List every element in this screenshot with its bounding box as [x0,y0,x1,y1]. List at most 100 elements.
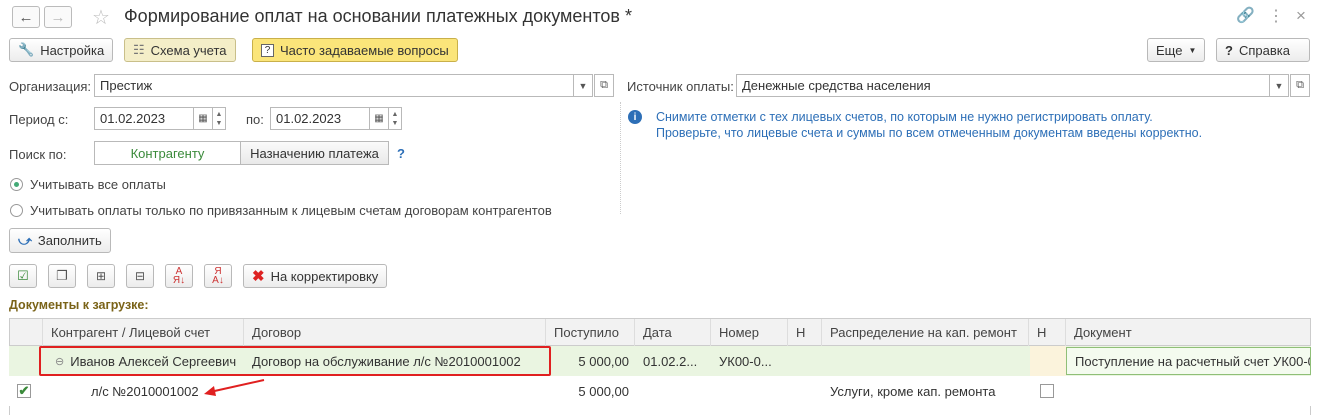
header-contract[interactable]: Договор [244,319,546,346]
row-n2-cell [1030,346,1066,376]
faq-label: Часто задаваемые вопросы [280,42,449,58]
open-icon[interactable]: ⧉ [594,74,614,97]
arrow-right-icon: → [50,8,66,26]
expand-button[interactable]: ⊞ [87,264,115,288]
settings-label: Настройка [40,42,105,58]
collapse-button[interactable]: ⊟ [126,264,154,288]
arrow-annotation-icon [204,379,265,396]
arrow-left-icon: ← [18,8,34,26]
period-to-label: по: [246,112,264,127]
header-distribution[interactable]: Распределение на кап. ремонт [822,319,1029,346]
period-from-stepper[interactable]: ▲ ▼ [212,107,226,130]
radio-linked-payments[interactable] [10,204,23,217]
arrow-down-icon: ▼ [391,119,399,127]
scheme-icon: ☷ [133,42,145,57]
info-text-1: Снимите отметки с тех лицевых счетов, по… [656,110,1153,124]
org-label: Организация: [9,79,92,94]
row-checkbox[interactable]: ✔ [17,383,31,398]
sort-asc-button[interactable]: А Я↓ [165,264,193,288]
header-date[interactable]: Дата [635,319,711,346]
forward-button[interactable]: → [44,6,72,28]
help-button[interactable]: ? Справка [1216,38,1310,62]
window-title: Формирование оплат на основании платежны… [124,6,632,26]
dropdown-icon[interactable]: ▼ [1269,74,1289,97]
more-label: Еще [1156,42,1183,58]
wrench-icon: 🔧 [18,42,35,57]
header-counterparty[interactable]: Контрагент / Лицевой счет [43,319,244,346]
uncheck-all-icon: ❐ [56,268,68,283]
sort-desc-icon: Я А↓ [212,266,224,286]
header-n2[interactable]: Н [1029,319,1066,346]
calendar-icon[interactable]: ▦ [369,107,389,130]
fill-label: Заполнить [37,233,102,248]
search-help-icon[interactable]: ? [397,146,405,161]
info-icon: i [628,110,642,124]
arrow-down-icon: ▼ [215,119,223,127]
more-button[interactable]: Еще ▼ [1147,38,1206,62]
x-icon: ✖ [252,268,265,285]
capital-repair-checkbox[interactable] [1040,384,1054,398]
checkmark-icon: ✔ [18,383,30,398]
dropdown-icon[interactable]: ▼ [573,74,593,97]
row-amount[interactable]: 5 000,00 [546,346,635,376]
scheme-label: Схема учета [150,42,227,58]
arrow-up-icon: ▲ [215,110,223,118]
question-icon: ? [261,43,274,57]
sort-asc-icon: А Я↓ [172,266,186,286]
check-all-button[interactable]: ☑ [9,264,37,288]
search-by-purpose[interactable]: Назначению платежа [240,141,389,165]
fill-arrow-icon: ⤻ [18,232,32,248]
radio-all-label: Учитывать все оплаты [30,177,166,192]
period-to-field[interactable]: 01.02.2023 [270,107,370,130]
accounting-scheme-button[interactable]: ☷ Схема учета [124,38,236,62]
help-label: Справка [1238,42,1290,58]
arrow-up-icon: ▲ [391,110,399,118]
collapse-icon: ⊟ [134,269,146,283]
check-all-icon: ☑ [17,268,29,283]
faq-button[interactable]: ? Часто задаваемые вопросы [252,38,458,62]
header-amount[interactable]: Поступило [546,319,635,346]
calendar-icon[interactable]: ▦ [193,107,213,130]
search-by-counterparty[interactable]: Контрагенту [94,141,241,165]
divider [620,102,621,214]
sort-desc-button[interactable]: Я А↓ [204,264,232,288]
info-text-2: Проверьте, что лицевые счета и суммы по … [656,126,1203,140]
chevron-down-icon: ▼ [1188,45,1197,55]
table-header: Контрагент / Лицевой счет Договор Поступ… [9,318,1311,346]
source-field[interactable]: Денежные средства населения [736,74,1270,97]
open-icon[interactable]: ⧉ [1290,74,1310,97]
radio-all-payments[interactable] [10,178,23,191]
source-label: Источник оплаты: [627,79,734,94]
row-document[interactable]: Поступление на расчетный счет УК00-0 [1066,347,1311,375]
period-label: Период с: [9,112,69,127]
expand-icon: ⊞ [95,269,107,283]
search-label: Поиск по: [9,147,67,162]
header-document[interactable]: Документ [1066,319,1311,346]
row-distribution[interactable]: Услуги, кроме кап. ремонта [822,376,1029,406]
row-number[interactable]: УК00-0... [711,346,788,376]
row-date[interactable]: 01.02.2... [635,346,711,376]
fill-button[interactable]: ⤻ Заполнить [9,228,111,253]
correction-label: На корректировку [270,268,379,284]
row-distribution[interactable] [822,346,1029,376]
header-number[interactable]: Номер [711,319,788,346]
header-n1[interactable]: Н [788,319,822,346]
correction-button[interactable]: ✖ На корректировку [243,264,388,288]
star-icon[interactable]: ☆ [92,5,110,30]
back-button[interactable]: ← [12,6,40,28]
close-icon[interactable]: × [1296,6,1306,26]
docs-section-label: Документы к загрузке: [9,298,149,312]
help-icon: ? [1225,42,1233,58]
period-from-field[interactable]: 01.02.2023 [94,107,194,130]
row-amount[interactable]: 5 000,00 [546,376,635,406]
settings-button[interactable]: 🔧 Настройка [9,38,114,62]
uncheck-all-button[interactable]: ❐ [48,264,76,288]
radio-linked-label: Учитывать оплаты только по привязанным к… [30,203,552,218]
highlight-box [39,346,551,376]
more-vert-icon[interactable]: ⋮ [1268,6,1284,26]
org-field[interactable]: Престиж [94,74,574,97]
period-to-stepper[interactable]: ▲ ▼ [388,107,402,130]
link-icon[interactable]: 🔗 [1236,6,1255,24]
title-bar: ← → ☆ Формирование оплат на основании пл… [0,0,1323,34]
header-check-col [9,319,43,346]
